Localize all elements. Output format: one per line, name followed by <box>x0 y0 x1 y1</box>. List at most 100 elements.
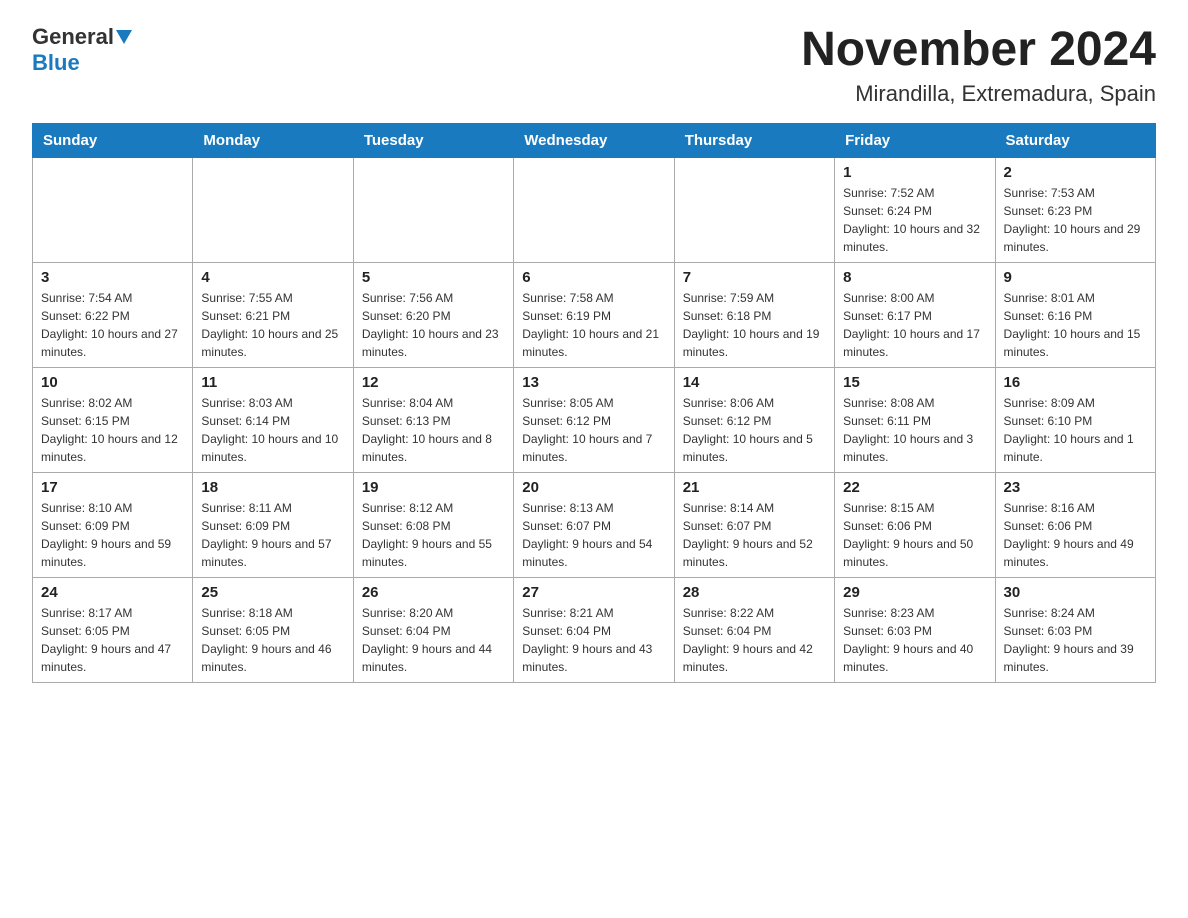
day-number: 18 <box>201 479 344 496</box>
day-number: 8 <box>843 269 986 286</box>
day-info: Sunrise: 7:58 AMSunset: 6:19 PMDaylight:… <box>522 289 665 361</box>
day-info: Sunrise: 7:54 AMSunset: 6:22 PMDaylight:… <box>41 289 184 361</box>
day-number: 3 <box>41 269 184 286</box>
page-header: General Blue November 2024 Mirandilla, E… <box>32 24 1156 107</box>
calendar-cell: 21 Sunrise: 8:14 AMSunset: 6:07 PMDayligh… <box>674 472 834 577</box>
day-info: Sunrise: 8:14 AMSunset: 6:07 PMDaylight:… <box>683 499 826 571</box>
calendar-cell: 13 Sunrise: 8:05 AMSunset: 6:12 PMDayligh… <box>514 367 674 472</box>
day-info: Sunrise: 8:16 AMSunset: 6:06 PMDaylight:… <box>1004 499 1147 571</box>
calendar-cell: 6 Sunrise: 7:58 AMSunset: 6:19 PMDaylight… <box>514 262 674 367</box>
day-info: Sunrise: 8:13 AMSunset: 6:07 PMDaylight:… <box>522 499 665 571</box>
calendar-week-row: 1 Sunrise: 7:52 AMSunset: 6:24 PMDaylight… <box>33 157 1156 262</box>
calendar-cell: 18 Sunrise: 8:11 AMSunset: 6:09 PMDayligh… <box>193 472 353 577</box>
day-number: 13 <box>522 374 665 391</box>
day-number: 29 <box>843 584 986 601</box>
calendar-cell: 23 Sunrise: 8:16 AMSunset: 6:06 PMDayligh… <box>995 472 1155 577</box>
calendar-cell <box>193 157 353 262</box>
calendar-week-row: 17Sunrise: 8:10 AMSunset: 6:09 PMDayligh… <box>33 472 1156 577</box>
weekday-header-row: SundayMondayTuesdayWednesdayThursdayFrid… <box>33 123 1156 157</box>
day-number: 17 <box>41 479 184 496</box>
day-info: Sunrise: 8:01 AMSunset: 6:16 PMDaylight:… <box>1004 289 1147 361</box>
day-info: Sunrise: 8:06 AMSunset: 6:12 PMDaylight:… <box>683 394 826 466</box>
calendar-table: SundayMondayTuesdayWednesdayThursdayFrid… <box>32 123 1156 683</box>
day-info: Sunrise: 8:24 AMSunset: 6:03 PMDaylight:… <box>1004 604 1147 676</box>
weekday-header-thursday: Thursday <box>674 123 834 157</box>
day-info: Sunrise: 8:05 AMSunset: 6:12 PMDaylight:… <box>522 394 665 466</box>
calendar-cell: 11 Sunrise: 8:03 AMSunset: 6:14 PMDayligh… <box>193 367 353 472</box>
weekday-header-tuesday: Tuesday <box>353 123 513 157</box>
calendar-cell: 2 Sunrise: 7:53 AMSunset: 6:23 PMDaylight… <box>995 157 1155 262</box>
day-number: 23 <box>1004 479 1147 496</box>
day-number: 9 <box>1004 269 1147 286</box>
day-number: 27 <box>522 584 665 601</box>
calendar-cell: 20 Sunrise: 8:13 AMSunset: 6:07 PMDayligh… <box>514 472 674 577</box>
calendar-cell: 9 Sunrise: 8:01 AMSunset: 6:16 PMDaylight… <box>995 262 1155 367</box>
day-number: 1 <box>843 164 986 181</box>
calendar-cell: 25 Sunrise: 8:18 AMSunset: 6:05 PMDayligh… <box>193 577 353 682</box>
day-info: Sunrise: 8:23 AMSunset: 6:03 PMDaylight:… <box>843 604 986 676</box>
calendar-title: November 2024 <box>801 24 1156 77</box>
calendar-cell <box>353 157 513 262</box>
weekday-header-friday: Friday <box>835 123 995 157</box>
day-number: 15 <box>843 374 986 391</box>
logo-triangle-icon <box>116 30 132 44</box>
calendar-cell <box>674 157 834 262</box>
calendar-header: SundayMondayTuesdayWednesdayThursdayFrid… <box>33 123 1156 157</box>
calendar-cell: 15Sunrise: 8:08 AMSunset: 6:11 PMDayligh… <box>835 367 995 472</box>
day-number: 19 <box>362 479 505 496</box>
location-subtitle: Mirandilla, Extremadura, Spain <box>801 81 1156 107</box>
day-number: 21 <box>683 479 826 496</box>
weekday-header-sunday: Sunday <box>33 123 193 157</box>
day-number: 20 <box>522 479 665 496</box>
day-info: Sunrise: 7:59 AMSunset: 6:18 PMDaylight:… <box>683 289 826 361</box>
day-number: 28 <box>683 584 826 601</box>
day-info: Sunrise: 8:21 AMSunset: 6:04 PMDaylight:… <box>522 604 665 676</box>
day-info: Sunrise: 8:02 AMSunset: 6:15 PMDaylight:… <box>41 394 184 466</box>
day-number: 22 <box>843 479 986 496</box>
day-info: Sunrise: 7:52 AMSunset: 6:24 PMDaylight:… <box>843 184 986 256</box>
calendar-cell: 5Sunrise: 7:56 AMSunset: 6:20 PMDaylight… <box>353 262 513 367</box>
day-number: 4 <box>201 269 344 286</box>
calendar-cell: 3 Sunrise: 7:54 AMSunset: 6:22 PMDaylight… <box>33 262 193 367</box>
day-info: Sunrise: 8:12 AMSunset: 6:08 PMDaylight:… <box>362 499 505 571</box>
day-info: Sunrise: 7:53 AMSunset: 6:23 PMDaylight:… <box>1004 184 1147 256</box>
day-number: 25 <box>201 584 344 601</box>
calendar-cell: 7 Sunrise: 7:59 AMSunset: 6:18 PMDaylight… <box>674 262 834 367</box>
day-info: Sunrise: 8:11 AMSunset: 6:09 PMDaylight:… <box>201 499 344 571</box>
calendar-cell: 12Sunrise: 8:04 AMSunset: 6:13 PMDayligh… <box>353 367 513 472</box>
day-info: Sunrise: 8:00 AMSunset: 6:17 PMDaylight:… <box>843 289 986 361</box>
calendar-cell: 30Sunrise: 8:24 AMSunset: 6:03 PMDayligh… <box>995 577 1155 682</box>
day-number: 2 <box>1004 164 1147 181</box>
day-number: 6 <box>522 269 665 286</box>
calendar-cell: 16Sunrise: 8:09 AMSunset: 6:10 PMDayligh… <box>995 367 1155 472</box>
calendar-cell <box>514 157 674 262</box>
day-info: Sunrise: 8:09 AMSunset: 6:10 PMDaylight:… <box>1004 394 1147 466</box>
day-number: 11 <box>201 374 344 391</box>
calendar-cell: 22Sunrise: 8:15 AMSunset: 6:06 PMDayligh… <box>835 472 995 577</box>
weekday-header-saturday: Saturday <box>995 123 1155 157</box>
calendar-cell: 28Sunrise: 8:22 AMSunset: 6:04 PMDayligh… <box>674 577 834 682</box>
calendar-cell: 4 Sunrise: 7:55 AMSunset: 6:21 PMDaylight… <box>193 262 353 367</box>
calendar-cell: 19 Sunrise: 8:12 AMSunset: 6:08 PMDayligh… <box>353 472 513 577</box>
calendar-cell: 8 Sunrise: 8:00 AMSunset: 6:17 PMDaylight… <box>835 262 995 367</box>
day-info: Sunrise: 8:03 AMSunset: 6:14 PMDaylight:… <box>201 394 344 466</box>
day-number: 5 <box>362 269 505 286</box>
weekday-header-monday: Monday <box>193 123 353 157</box>
day-number: 7 <box>683 269 826 286</box>
calendar-week-row: 24 Sunrise: 8:17 AMSunset: 6:05 PMDayligh… <box>33 577 1156 682</box>
calendar-cell: 10Sunrise: 8:02 AMSunset: 6:15 PMDayligh… <box>33 367 193 472</box>
day-info: Sunrise: 8:18 AMSunset: 6:05 PMDaylight:… <box>201 604 344 676</box>
day-number: 14 <box>683 374 826 391</box>
calendar-cell: 1 Sunrise: 7:52 AMSunset: 6:24 PMDaylight… <box>835 157 995 262</box>
calendar-cell: 17Sunrise: 8:10 AMSunset: 6:09 PMDayligh… <box>33 472 193 577</box>
logo-blue-text: Blue <box>32 50 80 76</box>
calendar-cell: 14 Sunrise: 8:06 AMSunset: 6:12 PMDayligh… <box>674 367 834 472</box>
calendar-body: 1 Sunrise: 7:52 AMSunset: 6:24 PMDaylight… <box>33 157 1156 682</box>
calendar-week-row: 10Sunrise: 8:02 AMSunset: 6:15 PMDayligh… <box>33 367 1156 472</box>
day-info: Sunrise: 8:17 AMSunset: 6:05 PMDaylight:… <box>41 604 184 676</box>
day-number: 24 <box>41 584 184 601</box>
calendar-cell: 24 Sunrise: 8:17 AMSunset: 6:05 PMDayligh… <box>33 577 193 682</box>
day-info: Sunrise: 7:55 AMSunset: 6:21 PMDaylight:… <box>201 289 344 361</box>
calendar-cell: 27 Sunrise: 8:21 AMSunset: 6:04 PMDayligh… <box>514 577 674 682</box>
weekday-header-wednesday: Wednesday <box>514 123 674 157</box>
